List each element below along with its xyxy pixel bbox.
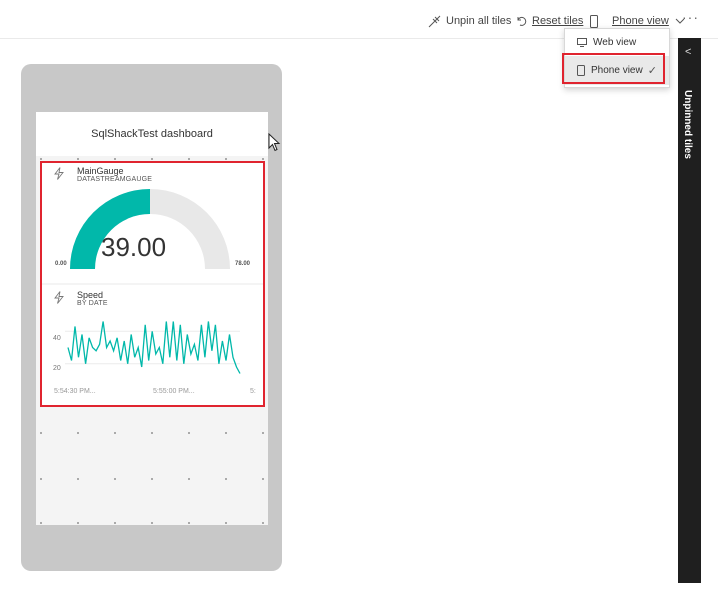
phone-icon [590, 14, 598, 28]
grid-dot [77, 522, 79, 524]
grid-dot [114, 432, 116, 434]
tiles-highlight [40, 161, 265, 407]
undo-icon [517, 16, 527, 26]
grid-dot [151, 158, 153, 160]
menu-item-web-view-label: Web view [593, 36, 637, 48]
grid-dot [114, 478, 116, 480]
menu-item-web-view[interactable]: Web view [565, 29, 669, 55]
grid-dot [114, 522, 116, 524]
grid-dot [225, 522, 227, 524]
phone-view-highlight [562, 53, 665, 84]
grid-dot [40, 158, 42, 160]
grid-dot [40, 522, 42, 524]
grid-dot [225, 478, 227, 480]
unpin-all-tiles-button[interactable]: Unpin all tiles [428, 12, 511, 30]
phone-view-label: Phone view [612, 15, 669, 27]
grid-dot [151, 432, 153, 434]
grid-dot [262, 478, 264, 480]
grid-dot [188, 432, 190, 434]
more-options-button[interactable]: ··· [682, 9, 699, 25]
cursor-icon [268, 133, 281, 152]
grid-dot [40, 432, 42, 434]
reset-tiles-label: Reset tiles [532, 15, 584, 27]
monitor-icon [577, 37, 587, 47]
grid-dot [77, 432, 79, 434]
grid-dot [188, 158, 190, 160]
grid-dot [151, 522, 153, 524]
grid-dot [262, 158, 264, 160]
grid-dot [262, 522, 264, 524]
grid-dot [262, 432, 264, 434]
grid-dot [225, 158, 227, 160]
unpin-icon [428, 15, 441, 27]
grid-dot [40, 478, 42, 480]
dashboard-title: SqlShackTest dashboard [36, 112, 268, 156]
unpin-all-tiles-label: Unpin all tiles [446, 15, 512, 27]
grid-dot [188, 478, 190, 480]
grid-dot [77, 478, 79, 480]
chevron-left-icon[interactable]: < [685, 46, 691, 58]
grid-dot [114, 158, 116, 160]
grid-dot [225, 432, 227, 434]
grid-dot [151, 478, 153, 480]
grid-dot [188, 522, 190, 524]
unpinned-tiles-label: Unpinned tiles [682, 90, 693, 159]
unpinned-tiles-panel[interactable]: < Unpinned tiles [678, 38, 701, 583]
grid-dot [77, 158, 79, 160]
